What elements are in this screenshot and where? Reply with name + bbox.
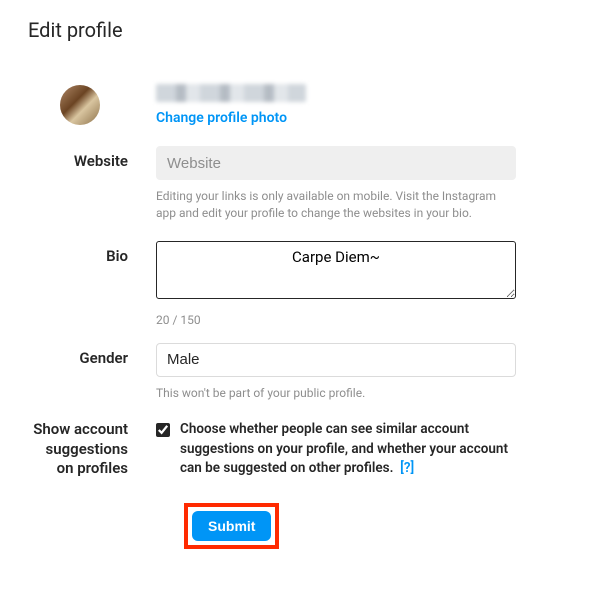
bio-char-count: 20 / 150 bbox=[156, 313, 516, 327]
gender-helper-text: This won't be part of your public profil… bbox=[156, 385, 516, 402]
website-row: Website Editing your links is only avail… bbox=[28, 146, 588, 223]
website-label: Website bbox=[28, 146, 156, 170]
page-title: Edit profile bbox=[28, 18, 588, 42]
avatar[interactable] bbox=[60, 85, 100, 125]
username-redacted bbox=[156, 84, 306, 102]
gender-input[interactable] bbox=[156, 343, 516, 377]
submit-button[interactable]: Submit bbox=[192, 511, 271, 541]
suggestions-checkbox[interactable] bbox=[156, 423, 170, 437]
suggestions-label: Show account suggestions on profiles bbox=[28, 420, 156, 479]
bio-textarea[interactable] bbox=[156, 241, 516, 299]
bio-label: Bio bbox=[28, 241, 156, 265]
website-input bbox=[156, 146, 516, 180]
submit-highlight: Submit bbox=[184, 503, 279, 549]
gender-label: Gender bbox=[28, 343, 156, 367]
change-profile-photo-link[interactable]: Change profile photo bbox=[156, 110, 516, 126]
suggestions-help-link[interactable]: [?] bbox=[400, 460, 414, 476]
suggestions-row: Show account suggestions on profiles Cho… bbox=[28, 420, 588, 479]
avatar-row: Change profile photo bbox=[28, 84, 588, 126]
bio-row: Bio 20 / 150 bbox=[28, 241, 588, 327]
gender-row: Gender This won't be part of your public… bbox=[28, 343, 588, 402]
website-helper-text: Editing your links is only available on … bbox=[156, 188, 516, 223]
suggestions-text: Choose whether people can see similar ac… bbox=[180, 420, 516, 479]
